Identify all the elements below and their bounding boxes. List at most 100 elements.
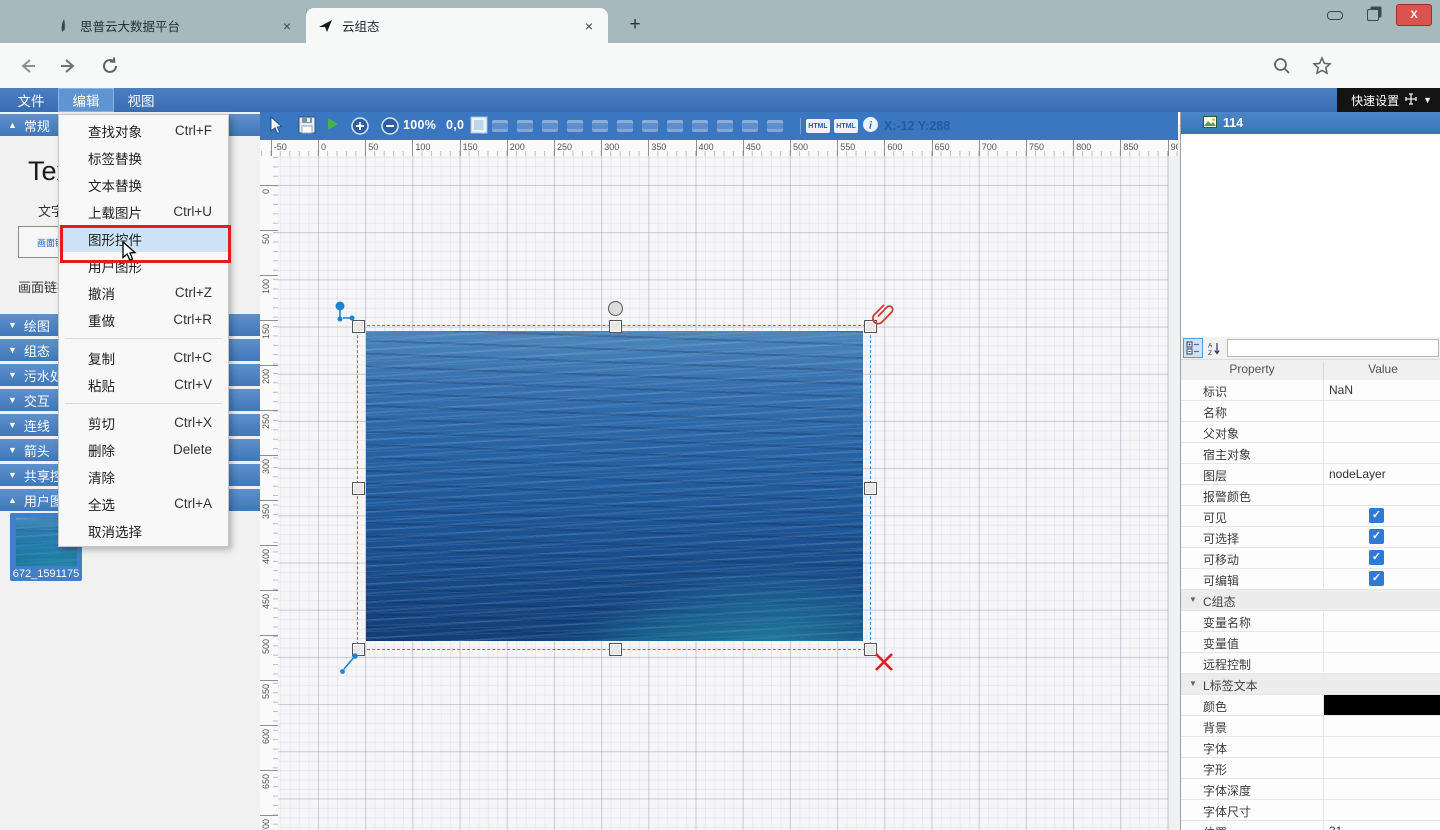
checkbox-checked[interactable]: ✓ [1369,529,1384,544]
highlight-annotation-box [60,225,231,263]
menu-item-删除[interactable]: 删除Delete [59,436,228,463]
menu-item-label: 删除 [88,440,115,460]
checkbox-checked[interactable]: ✓ [1369,571,1384,586]
menu-file[interactable]: 文件 [8,88,54,112]
tab1-title: 思普云大数据平台 [80,16,278,35]
delete-x-icon[interactable] [874,652,894,677]
app-menubar: 文件 编辑 视图 [0,88,1440,112]
search-icon[interactable] [1268,52,1296,80]
color-swatch[interactable] [1324,695,1440,715]
save-icon[interactable] [298,116,316,134]
menu-item-label: 标签替换 [88,148,142,168]
ruler-tick-label: 250 [554,140,572,156]
menu-item-撤消[interactable]: 撤消Ctrl+Z [59,279,228,306]
tab2-close-icon[interactable]: × [580,17,598,35]
menu-item-文本替换[interactable]: 文本替换 [59,171,228,198]
property-group-C组态[interactable]: ▼C组态 [1181,590,1440,611]
menu-item-label: 剪切 [88,413,115,433]
forward-icon[interactable] [54,52,82,80]
checkbox-checked[interactable]: ✓ [1369,550,1384,565]
resize-handle[interactable] [609,320,622,333]
sort-az-icon[interactable]: AZ [1204,338,1224,358]
html-import-icon[interactable]: HTML [834,119,858,133]
align-bottom-icon [667,120,683,132]
property-name: 图层 [1203,467,1227,484]
zoom-in-icon[interactable] [350,116,370,136]
menu-item-查找对象[interactable]: 查找对象Ctrl+F [59,117,228,144]
property-group-L标签文本[interactable]: ▼L标签文本 [1181,674,1440,695]
property-name: 字体深度 [1203,782,1251,799]
menu-item-标签替换[interactable]: 标签替换 [59,144,228,171]
property-value[interactable]: NaN [1329,383,1353,397]
menu-item-label: 粘贴 [88,375,115,395]
ruler-tick-label: 150 [460,140,478,156]
group-collapse-icon[interactable]: ▼ [1189,595,1197,604]
menu-item-清除[interactable]: 清除 [59,463,228,490]
design-canvas[interactable] [278,156,1168,830]
dock-icon[interactable] [1405,93,1417,108]
menu-item-全选[interactable]: 全选Ctrl+A [59,490,228,517]
menu-item-复制[interactable]: 复制Ctrl+C [59,344,228,371]
menu-item-取消选择[interactable]: 取消选择 [59,517,228,544]
align-top-icon [617,120,633,132]
skew-anchor-icon[interactable] [340,650,362,679]
property-name: 名称 [1203,404,1227,421]
zoom-level: 100% [403,118,436,132]
minimize-button[interactable] [1320,5,1350,25]
close-button[interactable]: X [1396,4,1432,26]
mouse-cursor [121,241,138,268]
ruler-tick-label: -50 [271,140,287,156]
menu-item-重做[interactable]: 重做Ctrl+R [59,306,228,333]
resize-handle[interactable] [609,643,622,656]
quick-settings[interactable]: 快速设置 ▼ [1337,88,1440,112]
group-collapse-icon[interactable]: ▼ [1189,679,1197,688]
selected-node-row[interactable]: 114 [1181,112,1440,134]
property-grid-toolbar: AZ [1181,337,1440,360]
property-filter-input[interactable] [1227,339,1439,357]
svg-text:A: A [1208,342,1213,349]
ruler-tick-label: 600 [884,140,902,156]
ruler-tick-label: 200 [507,140,525,156]
categorized-view-icon[interactable] [1183,338,1203,358]
canvas-settings-icon[interactable] [470,116,488,134]
checkbox-checked[interactable]: ✓ [1369,508,1384,523]
property-row-可移动: 可移动 ✓ [1181,548,1440,569]
ruler-tick-label: 650 [932,140,950,156]
quick-settings-label: 快速设置 [1351,92,1399,109]
property-value[interactable]: 31 [1329,824,1342,830]
rotate-handle[interactable] [608,301,623,316]
new-tab-button[interactable]: + [622,12,648,38]
tab1-close-icon[interactable]: × [278,17,296,35]
browser-tab-2[interactable]: 云组态 × [306,8,608,43]
collapse-icon: ▲ [8,495,17,505]
info-icon[interactable]: i [862,116,879,133]
ruler-tick-label: 400 [696,140,714,156]
menu-item-粘贴[interactable]: 粘贴Ctrl+V [59,371,228,398]
refresh-icon[interactable] [96,52,124,80]
menu-edit[interactable]: 编辑 [58,88,114,112]
bookmark-star-icon[interactable] [1308,52,1336,80]
restore-button[interactable] [1358,5,1388,25]
browser-tab-1[interactable]: 思普云大数据平台 × [44,8,307,43]
property-name: 字体尺寸 [1203,803,1251,820]
attachment-paperclip-icon[interactable] [872,300,894,333]
property-row-位置: 位置 31 [1181,821,1440,830]
chevron-down-icon[interactable]: ▼ [1423,95,1432,105]
resize-handle[interactable] [352,482,365,495]
select-cursor-icon[interactable] [268,116,284,136]
resize-handle[interactable] [864,482,877,495]
html-export-icon[interactable]: HTML [806,119,830,133]
run-icon[interactable] [326,116,340,132]
menu-separator [65,403,222,404]
menu-view[interactable]: 视图 [118,88,164,112]
menu-item-剪切[interactable]: 剪切Ctrl+X [59,409,228,436]
back-icon[interactable] [14,52,42,80]
ruler-tick-label: 800 [1073,140,1091,156]
menu-item-label: 复制 [88,348,115,368]
property-value[interactable]: nodeLayer [1329,467,1386,481]
menu-item-上载图片[interactable]: 上载图片Ctrl+U [59,198,228,225]
zoom-out-icon[interactable] [380,116,400,136]
property-name: 位置 [1203,824,1227,830]
node-anchor-icon[interactable] [333,299,359,330]
property-name: 可移动 [1203,551,1239,568]
